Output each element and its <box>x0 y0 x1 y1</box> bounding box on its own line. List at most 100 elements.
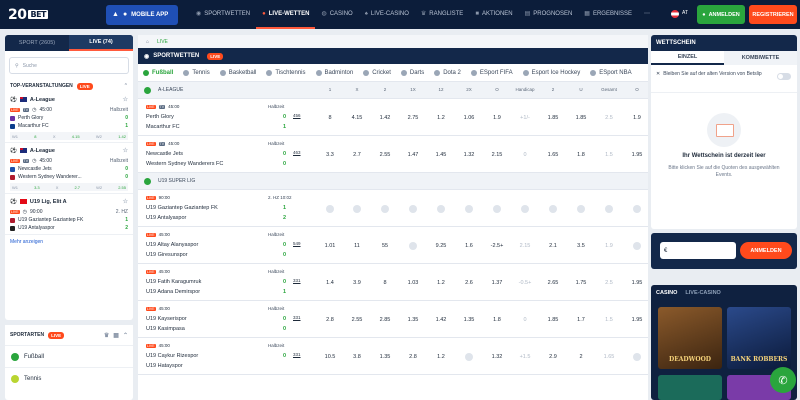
tab-einzel[interactable]: EINZEL <box>651 51 724 65</box>
tab-sport[interactable]: Dota 2 <box>429 69 466 76</box>
odd-cell[interactable]: 1.35 <box>371 342 399 372</box>
close-icon[interactable]: ✕ <box>656 71 660 77</box>
markets-count[interactable]: 549 <box>293 241 301 246</box>
star-icon[interactable]: ☆ <box>123 198 128 205</box>
odd-cell[interactable]: 1.2 <box>427 103 455 133</box>
odd-cell[interactable]: 1.35 <box>455 305 483 335</box>
stake-input[interactable]: € <box>660 242 736 259</box>
table-row[interactable]: LIVE 45:00 U19 Caykur Rizespor U19 Hatayspo… <box>138 338 648 375</box>
table-row[interactable]: LIVE 45:00 U19 Fatih Karagumruk U19 Adana D… <box>138 264 648 301</box>
odd-cell[interactable]: 2.75 <box>399 103 427 133</box>
chevron-up-icon[interactable]: ⌃ <box>124 83 128 89</box>
odd-cell[interactable]: 1.32 <box>455 140 483 170</box>
odd-cell[interactable]: 1.5 <box>595 305 623 335</box>
odd-cell[interactable]: 1.32 <box>483 342 511 372</box>
odd-cell[interactable]: 1.85 <box>539 103 567 133</box>
odd-cell[interactable]: 1.42 <box>371 103 399 133</box>
odd-cell[interactable] <box>623 342 648 372</box>
odd-cell[interactable]: 1.6 <box>455 231 483 261</box>
tab-sport[interactable]: ESport FIFA <box>466 69 518 76</box>
odd-cell[interactable]: 2.8 <box>399 342 427 372</box>
nav-live-casino[interactable]: ♠ LIVE-CASINO <box>359 0 415 29</box>
odd-cell[interactable]: 3.9 <box>343 268 371 298</box>
odd-cell[interactable] <box>511 194 539 224</box>
sport-item-tennis[interactable]: Tennis <box>5 367 133 389</box>
odd-cell[interactable] <box>623 231 648 261</box>
odd-value[interactable]: 8 <box>34 134 36 139</box>
odd-cell[interactable] <box>316 194 344 224</box>
odd-cell[interactable]: -2.5+ <box>483 231 511 261</box>
odd-cell[interactable]: 2.15 <box>511 231 539 261</box>
odd-cell[interactable]: 2.7 <box>343 140 371 170</box>
odd-cell[interactable]: 2.5 <box>595 103 623 133</box>
language-selector[interactable]: AT <box>682 10 688 16</box>
odd-cell[interactable]: 2.55 <box>371 140 399 170</box>
logo[interactable]: 20 BET <box>8 7 49 23</box>
odd-cell[interactable]: +1/- <box>511 103 539 133</box>
game-tile[interactable]: DEADWOOD <box>658 307 722 369</box>
odd-cell[interactable]: 1.5 <box>595 140 623 170</box>
star-icon[interactable]: ☆ <box>123 147 128 154</box>
home-icon[interactable]: ⌂ <box>146 39 149 45</box>
league-header[interactable]: U19 SUPER LIG <box>138 173 648 190</box>
nav-live-wetten[interactable]: ● LIVE-WETTEN <box>256 0 316 29</box>
odd-cell[interactable]: 1.06 <box>455 103 483 133</box>
odd-cell[interactable]: 1.9 <box>483 103 511 133</box>
odd-cell[interactable]: 1.03 <box>399 268 427 298</box>
nav-casino[interactable]: ◍ CASINO <box>315 0 358 29</box>
odd-cell[interactable]: 1.4 <box>316 268 344 298</box>
markets-count[interactable]: 456 <box>293 113 301 118</box>
nav-ergebnisse[interactable]: ▦ ERGEBNISSE <box>578 0 638 29</box>
table-row[interactable]: LIVE TV 45:00 Perth Glory Macarthur FC Halbze… <box>138 99 648 136</box>
odd-cell[interactable]: 0 <box>511 140 539 170</box>
odd-cell[interactable]: 2.9 <box>539 342 567 372</box>
tab-kombiwette[interactable]: KOMBIWETTE <box>724 51 797 65</box>
odd-cell[interactable]: 1.85 <box>539 305 567 335</box>
old-version-toggle[interactable] <box>777 73 791 80</box>
game-tile[interactable]: BANK ROBBERS <box>727 307 791 369</box>
tab-sport[interactable]: SPORT (2605) <box>5 35 69 51</box>
odd-cell[interactable] <box>483 194 511 224</box>
odd-cell[interactable]: 1.8 <box>567 140 595 170</box>
odd-cell[interactable] <box>623 194 648 224</box>
tab-sport[interactable]: Badminton <box>311 69 359 76</box>
search-input[interactable]: ⚲ Suche <box>9 57 129 74</box>
top-events-header[interactable]: TOP-VERANSTALTUNGEN LIVE ⌃ <box>5 80 133 92</box>
tab-sport[interactable]: ESport NBA <box>585 69 636 76</box>
odd-cell[interactable]: 2.6 <box>455 268 483 298</box>
odd-cell[interactable]: 3.8 <box>343 342 371 372</box>
more-menu-icon[interactable]: ⋯ <box>638 0 656 29</box>
league-header[interactable]: A-LEAGUE 1 X 2 1X 12 2X O Handicap 2 U Gesamt O <box>138 82 648 99</box>
tab-sport[interactable]: Tischtennis <box>261 69 310 76</box>
odd-cell[interactable]: 3.5 <box>567 231 595 261</box>
odd-cell[interactable] <box>343 194 371 224</box>
odd-cell[interactable]: 0 <box>511 305 539 335</box>
odd-cell[interactable]: 1.95 <box>623 268 648 298</box>
tab-casino[interactable]: CASINO <box>656 290 677 296</box>
tab-sport[interactable]: Esport Ice Hockey <box>518 69 586 76</box>
markets-count[interactable]: 463 <box>293 150 301 155</box>
show-more-link[interactable]: Mehr anzeigen <box>5 235 133 249</box>
odd-cell[interactable]: 10.5 <box>316 342 344 372</box>
odd-cell[interactable]: 1.2 <box>427 268 455 298</box>
odd-cell[interactable]: 1.85 <box>567 103 595 133</box>
odd-cell[interactable]: 1.8 <box>483 305 511 335</box>
odd-cell[interactable] <box>371 194 399 224</box>
nav-rangliste[interactable]: ♛ RANGLISTE <box>415 0 469 29</box>
odd-cell[interactable] <box>567 194 595 224</box>
odd-cell[interactable] <box>595 194 623 224</box>
odd-cell[interactable]: 55 <box>371 231 399 261</box>
breadcrumb-item[interactable]: LIVE <box>157 39 168 45</box>
odd-value[interactable]: 2.55 <box>118 185 126 190</box>
odd-cell[interactable]: 2.1 <box>539 231 567 261</box>
odd-cell[interactable]: 2.55 <box>343 305 371 335</box>
tab-sport[interactable]: Cricket <box>358 69 396 76</box>
markets-count[interactable]: 331 <box>293 315 301 320</box>
odd-cell[interactable]: 1.37 <box>483 268 511 298</box>
trophy-icon[interactable]: ♛ <box>104 332 109 339</box>
odd-cell[interactable]: 8 <box>371 268 399 298</box>
tab-sport[interactable]: Fußball <box>138 69 178 76</box>
table-row[interactable]: LIVE 45:00 U19 Kayserispor U19 Kasimpasa Hal… <box>138 301 648 338</box>
login-button[interactable]: ● ANMELDEN <box>697 5 745 24</box>
markets-count[interactable]: 331 <box>293 278 301 283</box>
